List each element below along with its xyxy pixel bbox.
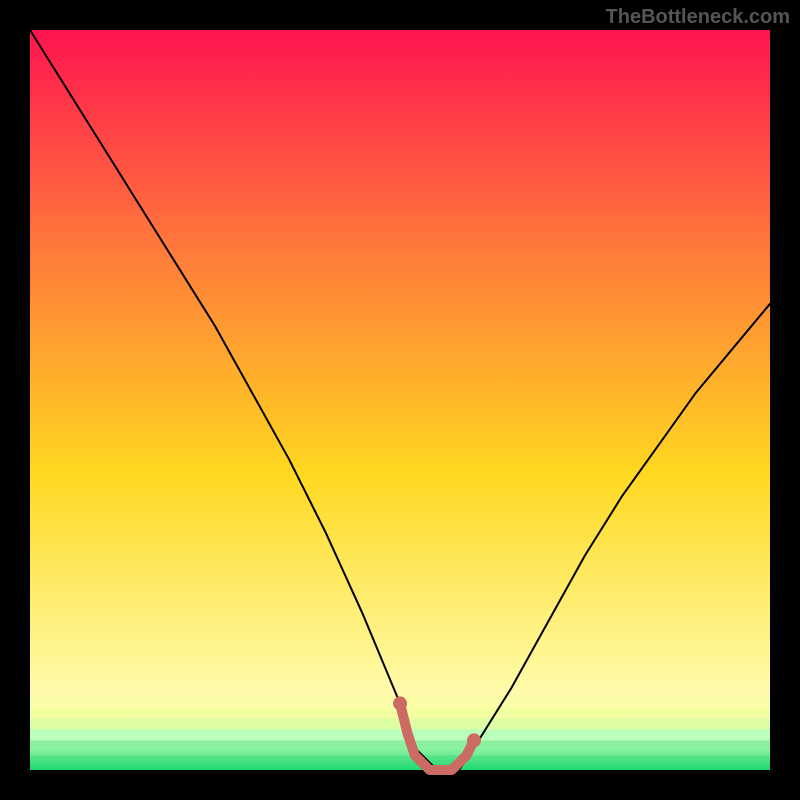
chart-svg <box>0 0 800 800</box>
attribution-label: TheBottleneck.com <box>606 6 790 29</box>
bottleneck-chart: TheBottleneck.com <box>0 0 800 800</box>
